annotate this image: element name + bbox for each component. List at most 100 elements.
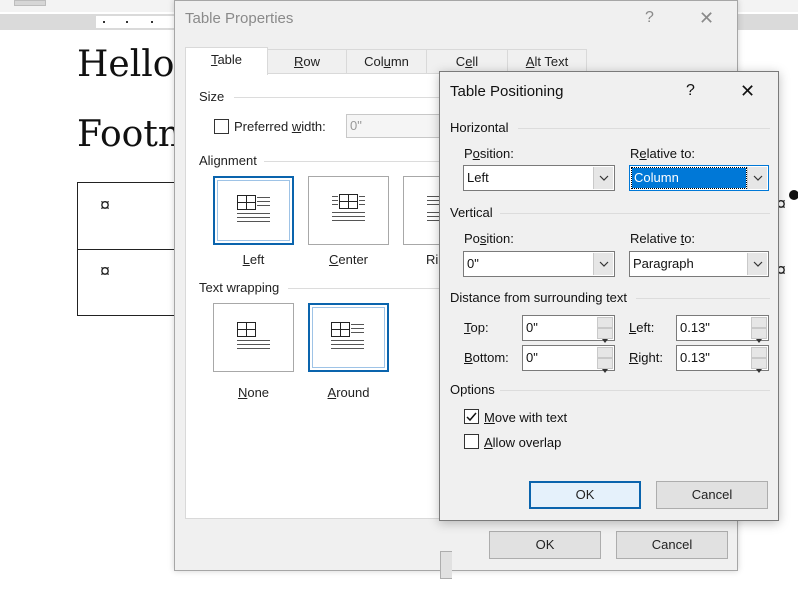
allow-overlap-checkbox[interactable] [464, 434, 479, 449]
wrapping-none-option[interactable] [213, 303, 294, 372]
wrapping-around-option[interactable] [308, 303, 389, 372]
alignment-center-label: Center [328, 252, 369, 267]
dropdown-button[interactable] [593, 253, 613, 275]
distance-right-label: Right: [629, 350, 663, 365]
table-move-handle[interactable] [789, 190, 798, 200]
dialog-title: Table Properties [185, 10, 294, 27]
distance-top-label: Top: [464, 320, 489, 335]
move-with-text-checkbox[interactable] [464, 409, 479, 424]
tab-table[interactable]: Table [185, 47, 268, 75]
distance-left-value: 0.13" [680, 320, 710, 335]
end-of-cell-mark: ¤ [100, 261, 111, 281]
vertical-position-value: 0" [467, 256, 479, 271]
horizontal-position-value: Left [467, 170, 489, 185]
chevron-down-icon [753, 175, 763, 181]
ribbon-tab-stub[interactable] [14, 0, 46, 6]
cancel-button[interactable]: Cancel [616, 531, 728, 559]
spin-up-button[interactable] [597, 317, 613, 332]
distance-left-label: Left: [629, 320, 655, 335]
spin-down-button[interactable] [751, 358, 767, 373]
size-section-label: Size [199, 89, 225, 104]
horizontal-position-label: Position: [464, 146, 514, 161]
distance-right-field[interactable]: 0.13" [676, 345, 769, 373]
spin-down-button[interactable] [597, 358, 613, 373]
align-center-icon [332, 194, 365, 221]
end-of-cell-mark: ¤ [100, 195, 111, 215]
divider [518, 128, 770, 129]
tab-row[interactable]: Row [267, 49, 347, 73]
distance-right-value: 0.13" [680, 350, 710, 365]
preferred-width-label: Preferred width: [234, 119, 326, 134]
alignment-section-label: Alignment [199, 153, 257, 168]
alignment-right-option[interactable] [403, 176, 443, 245]
move-with-text-label: Move with text [484, 410, 568, 425]
horizontal-relative-value: Column [631, 167, 747, 189]
help-icon[interactable]: ? [645, 9, 654, 27]
ruler-tick [103, 21, 105, 23]
distance-top-value: 0" [526, 320, 538, 335]
spin-down-button[interactable] [751, 328, 767, 343]
distance-section-label: Distance from surrounding text [450, 290, 628, 305]
help-icon[interactable]: ? [686, 82, 695, 100]
distance-top-field[interactable]: 0" [522, 315, 615, 343]
close-icon[interactable]: ✕ [740, 81, 755, 102]
dropdown-button[interactable] [747, 253, 767, 275]
positioning-button-partial[interactable] [440, 551, 452, 579]
distance-bottom-label: Bottom: [464, 350, 509, 365]
horizontal-relative-combo[interactable]: Column [629, 165, 769, 191]
wrap-none-icon [237, 322, 270, 349]
allow-overlap-label: Allow overlap [484, 435, 562, 450]
dropdown-button[interactable] [593, 167, 613, 189]
ok-button[interactable]: OK [489, 531, 601, 559]
wrapping-none-label: None [237, 385, 270, 400]
distance-left-field[interactable]: 0.13" [676, 315, 769, 343]
options-section-label: Options [450, 382, 495, 397]
horizontal-relative-label: Relative to: [630, 146, 696, 161]
document-line-hello: Hello· [77, 44, 186, 85]
ok-button[interactable]: OK [529, 481, 641, 509]
dropdown-button[interactable] [747, 167, 767, 189]
arrow-down-icon [756, 369, 762, 373]
tab-cell[interactable]: Cell [426, 49, 508, 73]
preferred-width-checkbox[interactable] [214, 119, 229, 134]
chevron-down-icon [599, 175, 609, 181]
vertical-relative-label: Relative to: [630, 231, 696, 246]
spin-up-button[interactable] [751, 317, 767, 332]
alignment-left-option[interactable] [213, 176, 294, 245]
horizontal-position-combo[interactable]: Left [463, 165, 615, 191]
chevron-down-icon [753, 261, 763, 267]
text-wrapping-section-label: Text wrapping [199, 280, 280, 295]
horizontal-section-label: Horizontal [450, 120, 509, 135]
checkmark-icon [466, 412, 477, 422]
vertical-relative-value: Paragraph [633, 256, 694, 271]
chevron-down-icon [599, 261, 609, 267]
dialog-title: Table Positioning [450, 83, 564, 100]
arrow-down-icon [756, 339, 762, 343]
divider [500, 390, 770, 391]
table-row-divider [78, 249, 176, 250]
table-positioning-dialog: Table Positioning ? ✕ Horizontal Positio… [439, 71, 779, 521]
ruler-tick [126, 21, 128, 23]
divider [500, 213, 770, 214]
ruler-tick [151, 21, 153, 23]
document-table[interactable]: ¤ ¤ [77, 182, 177, 316]
tab-column[interactable]: Column [346, 49, 427, 73]
distance-bottom-value: 0" [526, 350, 538, 365]
vertical-position-combo[interactable]: 0" [463, 251, 615, 277]
arrow-down-icon [602, 369, 608, 373]
spin-down-button[interactable] [597, 328, 613, 343]
distance-bottom-field[interactable]: 0" [522, 345, 615, 373]
alignment-center-option[interactable] [308, 176, 389, 245]
wrap-around-icon [331, 322, 364, 349]
close-icon[interactable]: ✕ [699, 8, 714, 29]
cancel-button[interactable]: Cancel [656, 481, 768, 509]
spin-up-button[interactable] [597, 347, 613, 362]
vertical-relative-combo[interactable]: Paragraph [629, 251, 769, 277]
ruler-active-area [96, 16, 176, 28]
wrapping-around-label: Around [327, 385, 370, 400]
tab-alt-text[interactable]: Alt Text [507, 49, 587, 73]
vertical-section-label: Vertical [450, 205, 493, 220]
spin-up-button[interactable] [751, 347, 767, 362]
arrow-down-icon [602, 339, 608, 343]
preferred-width-field[interactable]: 0" [346, 114, 446, 138]
